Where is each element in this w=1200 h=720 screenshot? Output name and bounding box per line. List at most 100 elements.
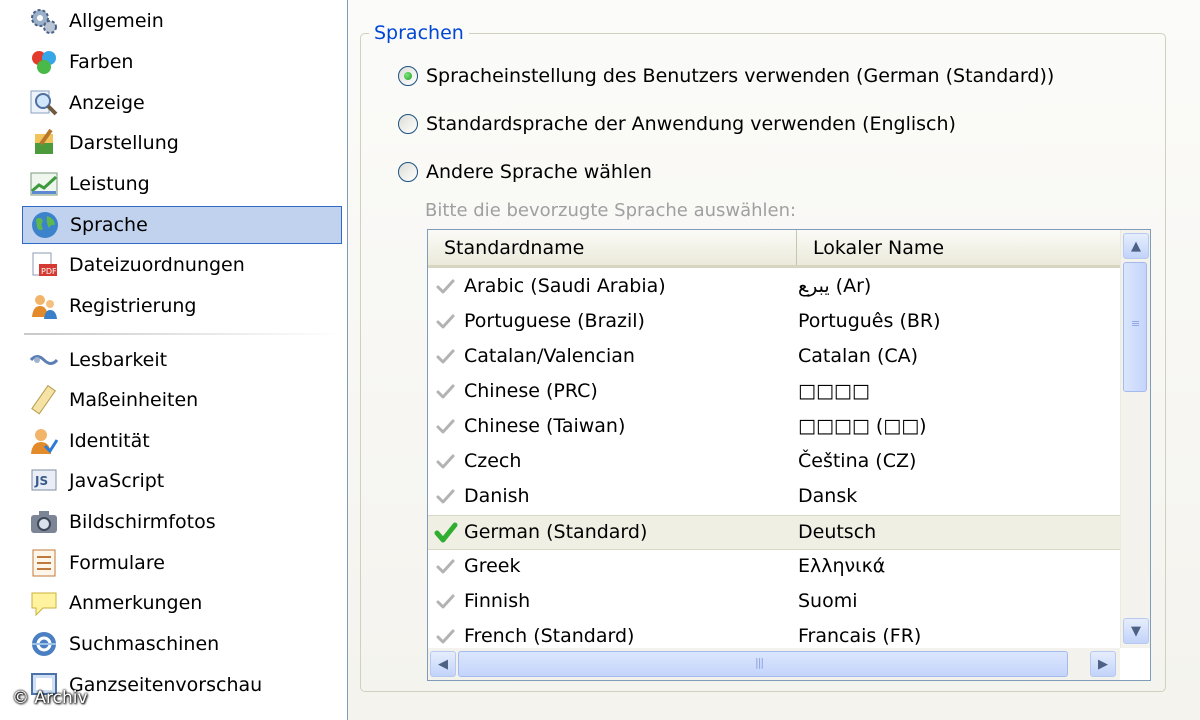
settings-main-panel: Sprachen Spracheinstellung des Benutzers… bbox=[348, 0, 1200, 720]
grip-icon: ≡ bbox=[1131, 317, 1140, 330]
sidebar-item-leistung[interactable]: Leistung bbox=[22, 165, 342, 203]
radio-label: Spracheinstellung des Benutzers verwende… bbox=[426, 65, 1055, 87]
vertical-scrollbar[interactable]: ▲ ≡ ▼ bbox=[1120, 230, 1150, 648]
checkmark-icon bbox=[434, 416, 458, 438]
settings-sidebar: Allgemein Farben Anzeige Darstellung Leistun… bbox=[0, 0, 348, 720]
sidebar-item-formulare[interactable]: Formulare bbox=[22, 544, 342, 582]
checkmark-active-icon bbox=[434, 522, 458, 544]
list-row[interactable]: Catalan/Valencian Catalan (CA) bbox=[428, 340, 1120, 375]
sidebar-item-javascript[interactable]: JS JavaScript bbox=[22, 462, 342, 500]
radio-button[interactable] bbox=[398, 162, 418, 182]
list-row[interactable]: German (Standard) Deutsch bbox=[428, 515, 1120, 550]
scroll-right-button[interactable]: ▶ bbox=[1090, 651, 1116, 677]
sidebar-divider bbox=[24, 333, 342, 335]
list-row[interactable]: Portuguese (Brazil) Português (BR) bbox=[428, 305, 1120, 340]
sidebar-item-label: Anmerkungen bbox=[69, 592, 203, 614]
checkmark-icon bbox=[434, 556, 458, 578]
file-association-icon: PDF bbox=[27, 248, 61, 282]
radio-app-default-language[interactable]: Standardsprache der Anwendung verwenden … bbox=[398, 110, 956, 138]
archive-watermark: © Archiv bbox=[12, 688, 88, 708]
column-header-local-name[interactable]: Lokaler Name bbox=[796, 230, 1133, 265]
sidebar-item-label: Sprache bbox=[70, 214, 148, 236]
readability-icon bbox=[27, 343, 61, 377]
language-listview[interactable]: Standardname Lokaler Name Arabic (Saudi … bbox=[427, 229, 1151, 681]
search-engine-icon bbox=[27, 627, 61, 661]
notes-icon bbox=[27, 586, 61, 620]
horizontal-scrollbar[interactable]: ◀ ||| ▶ bbox=[428, 648, 1120, 680]
radio-label: Standardsprache der Anwendung verwenden … bbox=[426, 113, 956, 135]
sidebar-item-anmerkungen[interactable]: Anmerkungen bbox=[22, 584, 342, 622]
checkmark-icon bbox=[434, 311, 458, 333]
javascript-icon: JS bbox=[27, 464, 61, 498]
standard-name-cell: Finnish bbox=[464, 590, 531, 612]
list-row[interactable]: Czech Čeština (CZ) bbox=[428, 445, 1120, 480]
local-name-cell: □□□□ bbox=[798, 380, 870, 402]
camera-icon bbox=[27, 505, 61, 539]
sidebar-item-label: Lesbarkeit bbox=[69, 349, 168, 371]
sidebar-item-sprache[interactable]: Sprache bbox=[22, 206, 342, 244]
ruler-icon bbox=[27, 383, 61, 417]
sidebar-item-label: JavaScript bbox=[69, 470, 165, 492]
list-row[interactable]: Chinese (Taiwan) □□□□ (□□) bbox=[428, 410, 1120, 445]
standard-name-cell: Chinese (PRC) bbox=[464, 380, 598, 402]
scroll-down-button[interactable]: ▼ bbox=[1123, 618, 1149, 644]
local-name-cell: Francais (FR) bbox=[798, 625, 922, 647]
sidebar-item-maßeinheiten[interactable]: Maßeinheiten bbox=[22, 381, 342, 419]
checkmark-icon bbox=[434, 626, 458, 648]
local-name-cell: Português (BR) bbox=[798, 310, 941, 332]
sidebar-item-label: Leistung bbox=[69, 173, 150, 195]
local-name-cell: Dansk bbox=[798, 485, 858, 507]
sidebar-item-farben[interactable]: Farben bbox=[22, 43, 342, 81]
language-list-caption: Bitte die bevorzugte Sprache auswählen: bbox=[425, 200, 797, 221]
sidebar-item-label: Registrierung bbox=[69, 295, 197, 317]
scroll-up-button[interactable]: ▲ bbox=[1123, 233, 1149, 259]
list-row[interactable]: Finnish Suomi bbox=[428, 585, 1120, 620]
local-name-cell: Ελληνικά bbox=[798, 555, 886, 577]
sidebar-item-label: Allgemein bbox=[69, 10, 164, 32]
sidebar-item-allgemein[interactable]: Allgemein bbox=[22, 2, 342, 40]
checkmark-icon bbox=[434, 346, 458, 368]
radio-button[interactable] bbox=[398, 66, 418, 86]
sidebar-item-label: Maßeinheiten bbox=[69, 389, 199, 411]
sidebar-item-identität[interactable]: Identität bbox=[22, 422, 342, 460]
sidebar-item-bildschirmfotos[interactable]: Bildschirmfotos bbox=[22, 503, 342, 541]
sidebar-item-label: Farben bbox=[69, 51, 134, 73]
vertical-scroll-thumb[interactable]: ≡ bbox=[1123, 262, 1147, 392]
radio-user-language[interactable]: Spracheinstellung des Benutzers verwende… bbox=[398, 62, 1054, 90]
column-header-standard-name[interactable]: Standardname bbox=[444, 230, 794, 265]
sidebar-item-darstellung[interactable]: Darstellung bbox=[22, 124, 342, 162]
sidebar-item-lesbarkeit[interactable]: Lesbarkeit bbox=[22, 341, 342, 379]
local-name-cell: ي‍ب‍ر‍ع (Ar) bbox=[798, 275, 872, 297]
identity-icon bbox=[27, 424, 61, 458]
sidebar-item-dateizuordnungen[interactable]: PDF Dateizuordnungen bbox=[22, 246, 342, 284]
list-row[interactable]: Chinese (PRC) □□□□ bbox=[428, 375, 1120, 410]
sidebar-item-suchmaschinen[interactable]: Suchmaschinen bbox=[22, 625, 342, 663]
sidebar-item-label: Dateizuordnungen bbox=[69, 254, 245, 276]
sidebar-item-label: Darstellung bbox=[69, 132, 179, 154]
sidebar-item-anzeige[interactable]: Anzeige bbox=[22, 84, 342, 122]
form-icon bbox=[27, 546, 61, 580]
checkmark-icon bbox=[434, 381, 458, 403]
list-row[interactable]: Arabic (Saudi Arabia) ي‍ب‍ر‍ع (Ar) bbox=[428, 270, 1120, 305]
list-row[interactable]: Greek Ελληνικά bbox=[428, 550, 1120, 585]
checkmark-icon bbox=[434, 591, 458, 613]
local-name-cell: Catalan (CA) bbox=[798, 345, 919, 367]
local-name-cell: Suomi bbox=[798, 590, 858, 612]
magnifier-icon bbox=[27, 86, 61, 120]
standard-name-cell: Danish bbox=[464, 485, 530, 507]
svg-text:PDF: PDF bbox=[41, 267, 57, 276]
local-name-cell: Čeština (CZ) bbox=[798, 450, 917, 472]
radio-button[interactable] bbox=[398, 114, 418, 134]
chevron-down-icon: ▼ bbox=[1131, 623, 1141, 639]
horizontal-scroll-thumb[interactable]: ||| bbox=[458, 651, 1068, 677]
color-balls-icon bbox=[27, 45, 61, 79]
radio-other-language[interactable]: Andere Sprache wählen bbox=[398, 158, 652, 186]
checkmark-icon bbox=[434, 451, 458, 473]
radio-label: Andere Sprache wählen bbox=[426, 161, 652, 183]
list-row[interactable]: Danish Dansk bbox=[428, 480, 1120, 515]
sidebar-item-registrierung[interactable]: Registrierung bbox=[22, 287, 342, 325]
scroll-left-button[interactable]: ◀ bbox=[430, 651, 456, 677]
users-icon bbox=[27, 289, 61, 323]
sidebar-item-label: Ganzseitenvorschau bbox=[69, 674, 263, 696]
local-name-cell: □□□□ (□□) bbox=[798, 415, 927, 437]
